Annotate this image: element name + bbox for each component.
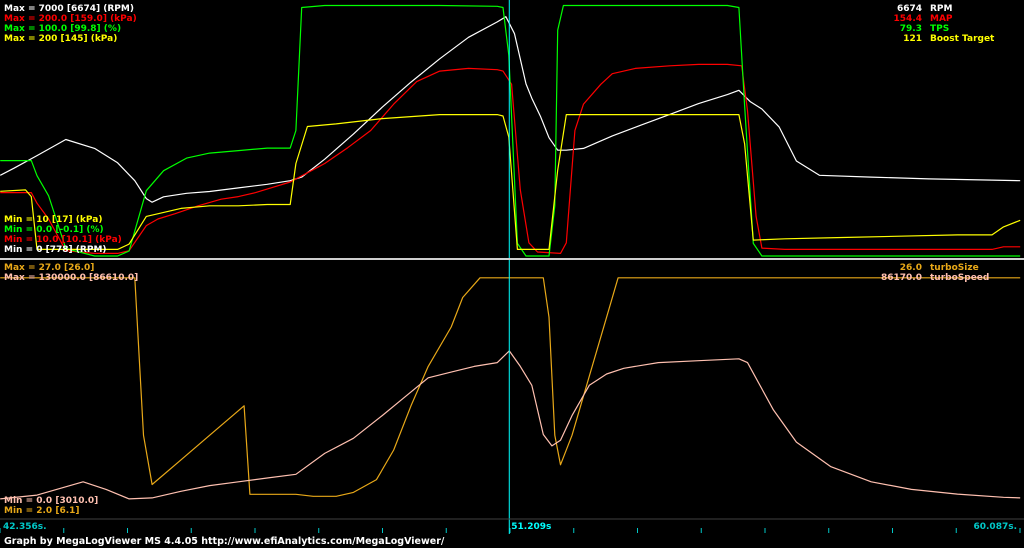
top-readout-value: 154.4 (894, 14, 922, 24)
megalogviewer-graph: 42.356s. 51.209s 60.087s. Max = 7000 [6674… (0, 0, 1024, 548)
graph-background (0, 0, 1024, 548)
footer-credit: Graph by MegaLogViewer MS 4.4.05 http://… (4, 536, 445, 547)
time-end-label: 60.087s. (973, 522, 1017, 532)
top-readout-name: TPS (930, 24, 949, 34)
top-max-label: Max = 200 [145] (kPa) (4, 34, 117, 44)
bottom-max-label: Max = 130000.0 [86610.0] (4, 273, 138, 283)
top-min-label: Min = 10 [17] (kPa) (4, 215, 102, 225)
bottom-readout-value: 26.0 (900, 263, 922, 273)
top-min-label: Min = 0.0 [-0.1] (%) (4, 225, 104, 235)
top-readout-value: 6674 (897, 4, 922, 14)
top-readout-name: Boost Target (930, 34, 995, 44)
bottom-readout-name: turboSpeed (930, 273, 989, 283)
top-readout-name: RPM (930, 4, 953, 14)
bottom-readout-name: turboSize (930, 263, 979, 273)
bottom-min-label: Min = 2.0 [6.1] (4, 506, 80, 516)
top-min-label: Min = 0 [778] (RPM) (4, 245, 107, 255)
top-readout-value: 121 (903, 34, 922, 44)
bottom-readout-value: 86170.0 (881, 273, 922, 283)
bottom-min-label: Min = 0.0 [3010.0] (4, 496, 98, 506)
time-start-label: 42.356s. (3, 522, 47, 532)
top-min-label: Min = 10.0 [10.1] (kPa) (4, 235, 122, 245)
top-max-label: Max = 100.0 [99.8] (%) (4, 24, 121, 34)
top-readout-value: 79.3 (900, 24, 922, 34)
top-max-label: Max = 200.0 [159.0] (kPa) (4, 14, 137, 24)
top-readout-name: MAP (930, 14, 953, 24)
bottom-max-label: Max = 27.0 [26.0] (4, 263, 94, 273)
time-cursor-label: 51.209s (511, 522, 551, 532)
top-max-label: Max = 7000 [6674] (RPM) (4, 4, 134, 14)
